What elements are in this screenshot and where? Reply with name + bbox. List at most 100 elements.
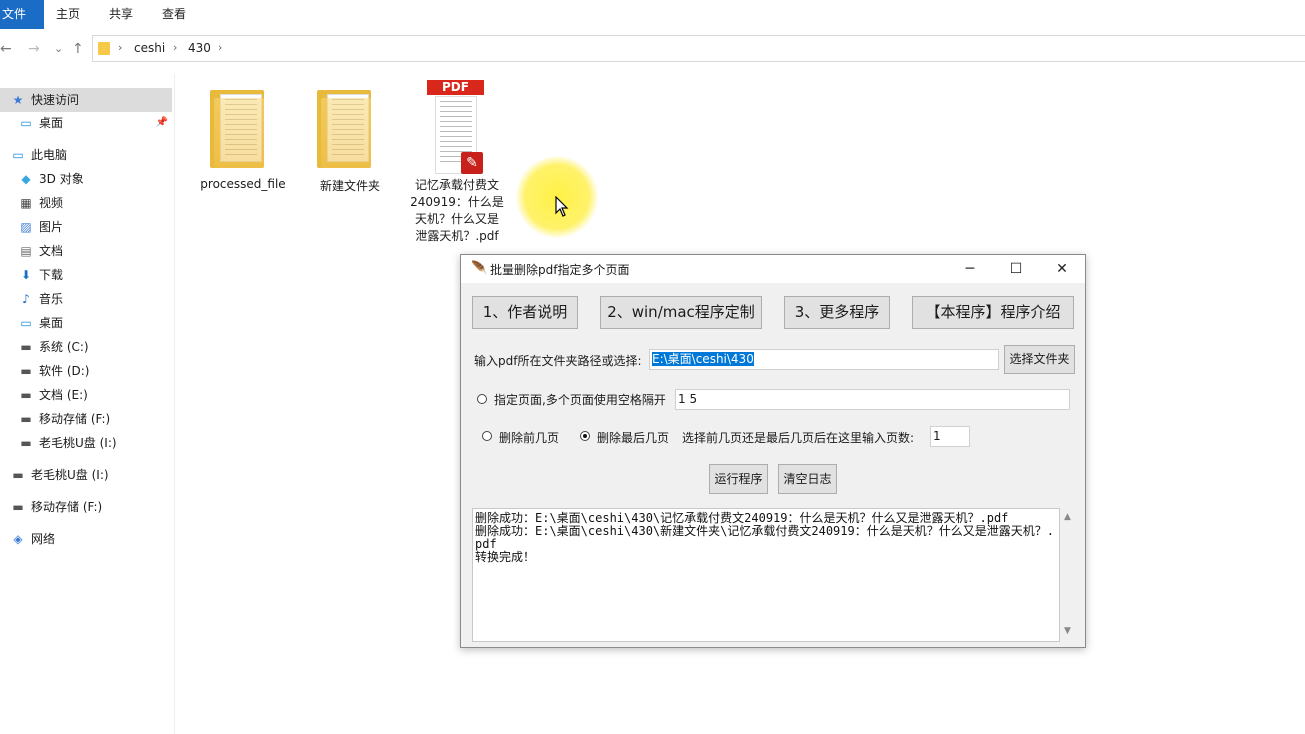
log-scrollbar[interactable]: ▲ ▼: [1060, 508, 1075, 642]
specify-pages-radio[interactable]: [477, 394, 487, 404]
sidebar-item-drive-d[interactable]: ▬ 软件 (D:): [0, 359, 172, 383]
tab-file[interactable]: 文件: [0, 0, 44, 29]
file-name-line: 240919：什么是: [410, 195, 504, 209]
breadcrumb-separator: ›: [173, 41, 178, 54]
sidebar-item-label: 图片: [39, 220, 64, 234]
delete-front-label: 删除前几页: [499, 431, 560, 445]
breadcrumb-separator: ›: [118, 41, 123, 54]
more-programs-button[interactable]: 3、更多程序: [784, 296, 890, 329]
sidebar-item-3d-objects[interactable]: ◆ 3D 对象: [0, 167, 172, 191]
run-program-button[interactable]: 运行程序: [709, 464, 768, 494]
sidebar-item-drive-i[interactable]: ▬ 老毛桃U盘 (I:): [0, 431, 172, 455]
download-icon: ⬇: [20, 268, 32, 282]
file-item-pdf[interactable]: 记忆承载付费文 240919：什么是 天机？什么又是 泄露天机？.pdf: [404, 177, 510, 245]
program-intro-button[interactable]: 【本程序】程序介绍: [912, 296, 1074, 329]
music-icon: ♪: [22, 292, 30, 306]
delete-last-label: 删除最后几页: [597, 431, 670, 445]
log-line: 删除成功：E:\桌面\ceshi\430\新建文件夹\记忆承载付费文240919…: [475, 524, 1054, 551]
pdf-banner: PDF: [427, 80, 484, 95]
sidebar-item-usb-f[interactable]: ▬ 移动存储 (F:): [0, 495, 172, 519]
sidebar-item-drive-e[interactable]: ▬ 文档 (E:): [0, 383, 172, 407]
sidebar-item-drive-c[interactable]: ▬ 系统 (C:): [0, 335, 172, 359]
recent-locations-icon[interactable]: ⌄: [54, 42, 63, 55]
picture-icon: ▨: [20, 220, 32, 234]
tab-share[interactable]: 共享: [109, 0, 133, 29]
sidebar-item-usb-i[interactable]: ▬ 老毛桃U盘 (I:): [0, 463, 172, 487]
sidebar-item-label: 文档 (E:): [39, 388, 88, 402]
drive-icon: ▬: [20, 364, 32, 378]
choose-folder-button[interactable]: 选择文件夹: [1004, 345, 1075, 374]
file-name-line: 天机？什么又是: [414, 212, 499, 226]
specify-pages-label: 指定页面,多个页面使用空格隔开: [494, 393, 666, 407]
sidebar-item-label: 老毛桃U盘 (I:): [31, 468, 109, 482]
sidebar-item-label: 文档: [39, 244, 64, 258]
desktop-icon: ▭: [20, 316, 32, 330]
sidebar-item-label: 移动存储 (F:): [39, 412, 111, 426]
sidebar-item-label: 3D 对象: [39, 172, 84, 186]
file-name-line: 记忆承载付费文: [414, 178, 499, 192]
delete-front-radio[interactable]: [482, 431, 492, 441]
back-icon[interactable]: ←: [0, 41, 12, 57]
sidebar-item-music[interactable]: ♪ 音乐: [0, 287, 172, 311]
sidebar-item-this-pc[interactable]: ▭ 此电脑: [0, 143, 172, 167]
acrobat-icon: ✎: [461, 152, 483, 174]
log-textarea[interactable]: 删除成功：E:\桌面\ceshi\430\记忆承载付费文240919：什么是天机…: [472, 508, 1060, 642]
sidebar-item-desktop[interactable]: ▭ 桌面: [0, 311, 172, 335]
pdf-file-icon[interactable]: PDF ✎: [427, 80, 484, 175]
tab-home[interactable]: 主页: [56, 0, 80, 29]
document-icon: ▤: [20, 244, 32, 258]
sidebar-item-label: 桌面: [39, 116, 64, 130]
computer-icon: ▭: [12, 148, 24, 162]
sidebar-item-label: 音乐: [39, 292, 64, 306]
chevron-down-icon[interactable]: ▼: [1060, 626, 1075, 636]
sidebar-item-desktop-pinned[interactable]: ▭ 桌面 📌: [0, 111, 172, 135]
path-input[interactable]: E:\桌面\ceshi\430: [649, 349, 999, 370]
up-icon[interactable]: ↑: [72, 41, 84, 57]
page-count-input[interactable]: 1: [930, 426, 970, 447]
file-name: processed_file: [200, 177, 286, 191]
breadcrumb-430[interactable]: 430: [188, 41, 211, 55]
drive-icon: ▬: [20, 340, 32, 354]
log-line: 转换完成！: [475, 550, 536, 564]
desktop-icon: ▭: [20, 116, 32, 130]
author-info-button[interactable]: 1、作者说明: [472, 296, 578, 329]
sidebar-item-label: 快速访问: [31, 93, 80, 107]
sidebar-item-label: 老毛桃U盘 (I:): [39, 436, 117, 450]
sidebar-item-pictures[interactable]: ▨ 图片: [0, 215, 172, 239]
clear-log-button[interactable]: 清空日志: [778, 464, 837, 494]
network-icon: ◈: [13, 532, 23, 546]
star-icon: ★: [12, 93, 24, 107]
close-button[interactable]: ✕: [1039, 255, 1085, 283]
sidebar-item-quick-access[interactable]: ★ 快速访问: [0, 88, 172, 112]
file-name: 新建文件夹: [319, 179, 380, 193]
page-count-label: 选择前几页还是最后几页后在这里输入页数:: [682, 431, 915, 445]
sidebar-item-drive-f[interactable]: ▬ 移动存储 (F:): [0, 407, 172, 431]
pin-icon[interactable]: 📌: [156, 111, 168, 135]
minimize-button[interactable]: ─: [947, 255, 993, 283]
video-icon: ▦: [20, 196, 32, 210]
address-bar[interactable]: › ceshi › 430 ›: [92, 35, 1305, 62]
file-name-line: 泄露天机？.pdf: [415, 229, 499, 243]
sidebar-item-label: 系统 (C:): [39, 340, 89, 354]
sidebar-item-network[interactable]: ◈ 网络: [0, 527, 172, 551]
drive-icon: ▬: [20, 412, 32, 426]
sidebar-item-downloads[interactable]: ⬇ 下载: [0, 263, 172, 287]
maximize-button[interactable]: ☐: [993, 255, 1039, 283]
sidebar-item-label: 网络: [31, 532, 56, 546]
specify-pages-input[interactable]: 1 5: [675, 389, 1070, 410]
tab-view[interactable]: 查看: [162, 0, 186, 29]
sidebar-item-videos[interactable]: ▦ 视频: [0, 191, 172, 215]
sidebar-item-label: 移动存储 (F:): [31, 500, 103, 514]
navigation-pane: ★ 快速访问 ▭ 桌面 📌 ▭ 此电脑 ◆ 3D 对象 ▦ 视频 ▨ 图片 ▤ …: [0, 74, 175, 734]
chevron-up-icon[interactable]: ▲: [1060, 512, 1075, 522]
sidebar-item-documents[interactable]: ▤ 文档: [0, 239, 172, 263]
breadcrumb-ceshi[interactable]: ceshi: [134, 41, 165, 55]
drive-icon: ▬: [20, 436, 32, 450]
feather-icon: 🪶: [471, 261, 488, 276]
sidebar-item-label: 此电脑: [31, 148, 68, 162]
drive-icon: ▬: [20, 388, 32, 402]
forward-icon[interactable]: →: [28, 41, 40, 57]
custom-program-button[interactable]: 2、win/mac程序定制: [600, 296, 762, 329]
delete-last-radio[interactable]: [580, 431, 590, 441]
dialog-title-bar[interactable]: 🪶 批量删除pdf指定多个页面 ─ ☐ ✕: [461, 255, 1085, 283]
